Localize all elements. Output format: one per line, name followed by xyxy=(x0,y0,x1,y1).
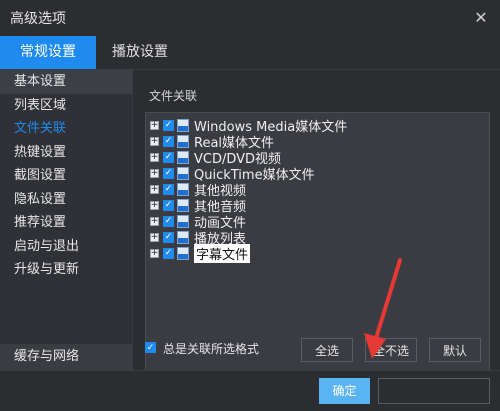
list-item-label: 字幕文件 xyxy=(194,243,251,263)
sidebar-item-screenshot[interactable]: 截图设置 xyxy=(0,164,132,188)
checkbox[interactable]: ✓ xyxy=(163,215,174,227)
file-icon xyxy=(177,198,189,212)
checkbox[interactable]: ✓ xyxy=(163,183,174,195)
list-item[interactable]: + ✓ 字幕文件 xyxy=(150,243,251,263)
cancel-button[interactable] xyxy=(378,378,490,404)
file-icon xyxy=(177,150,189,164)
expand-icon[interactable]: + xyxy=(150,184,159,194)
window-title: 高级选项 xyxy=(10,11,66,27)
select-none-button[interactable]: 全不选 xyxy=(365,338,417,362)
file-icon xyxy=(177,182,189,196)
checkbox[interactable]: ✓ xyxy=(163,151,174,163)
checkbox[interactable]: ✓ xyxy=(163,119,174,131)
sidebar-item-list-area[interactable]: 列表区域 xyxy=(0,94,132,118)
association-controls: ✓ 总是关联所选格式 全选 全不选 默认 xyxy=(133,338,500,368)
file-icon xyxy=(177,118,189,132)
checkbox[interactable]: ✓ xyxy=(163,167,174,179)
checkbox[interactable]: ✓ xyxy=(163,135,174,147)
sidebar: 基本设置 列表区域 文件关联 热键设置 截图设置 隐私设置 推荐设置 启动与退出… xyxy=(0,70,133,370)
expand-icon[interactable]: + xyxy=(150,120,159,130)
always-associate-label: 总是关联所选格式 xyxy=(163,342,260,356)
expand-icon[interactable]: + xyxy=(150,152,159,162)
ok-button[interactable]: 确定 xyxy=(319,378,370,404)
select-all-button[interactable]: 全选 xyxy=(301,338,353,362)
tab-playback-settings[interactable]: 播放设置 xyxy=(96,36,184,69)
tab-bar: 常规设置 播放设置 xyxy=(0,36,500,70)
sidebar-item-hotkeys[interactable]: 热键设置 xyxy=(0,141,132,165)
file-icon xyxy=(177,134,189,148)
expand-icon[interactable]: + xyxy=(150,216,159,226)
section-label: 文件关联 xyxy=(149,89,198,103)
sidebar-item-file-association[interactable]: 文件关联 xyxy=(0,117,132,141)
sidebar-item-basic[interactable]: 基本设置 xyxy=(0,70,132,94)
checkbox[interactable]: ✓ xyxy=(163,199,174,211)
dialog-footer: 确定 xyxy=(0,370,500,411)
sidebar-item-startup-exit[interactable]: 启动与退出 xyxy=(0,235,132,259)
always-associate-checkbox[interactable]: ✓ xyxy=(145,342,156,353)
file-icon xyxy=(177,166,189,180)
checkbox[interactable]: ✓ xyxy=(163,247,174,259)
file-icon xyxy=(177,246,189,260)
sidebar-item-update[interactable]: 升级与更新 xyxy=(0,258,132,282)
file-icon xyxy=(177,230,189,244)
expand-icon[interactable]: + xyxy=(150,232,159,242)
expand-icon[interactable]: + xyxy=(150,248,159,258)
content-panel: 文件关联 + ✓ Windows Media媒体文件 + ✓ Real媒体文件 … xyxy=(133,70,500,398)
sidebar-item-cache-network[interactable]: 缓存与网络 xyxy=(0,344,132,370)
expand-icon[interactable]: + xyxy=(150,136,159,146)
sidebar-item-privacy[interactable]: 隐私设置 xyxy=(0,188,132,212)
title-bar: 高级选项 ✕ xyxy=(0,0,500,36)
default-button[interactable]: 默认 xyxy=(429,338,481,362)
sidebar-item-recommend[interactable]: 推荐设置 xyxy=(0,211,132,235)
checkbox[interactable]: ✓ xyxy=(163,231,174,243)
file-icon xyxy=(177,214,189,228)
expand-icon[interactable]: + xyxy=(150,168,159,178)
expand-icon[interactable]: + xyxy=(150,200,159,210)
close-icon[interactable]: ✕ xyxy=(470,6,492,28)
tab-general-settings[interactable]: 常规设置 xyxy=(0,36,96,69)
